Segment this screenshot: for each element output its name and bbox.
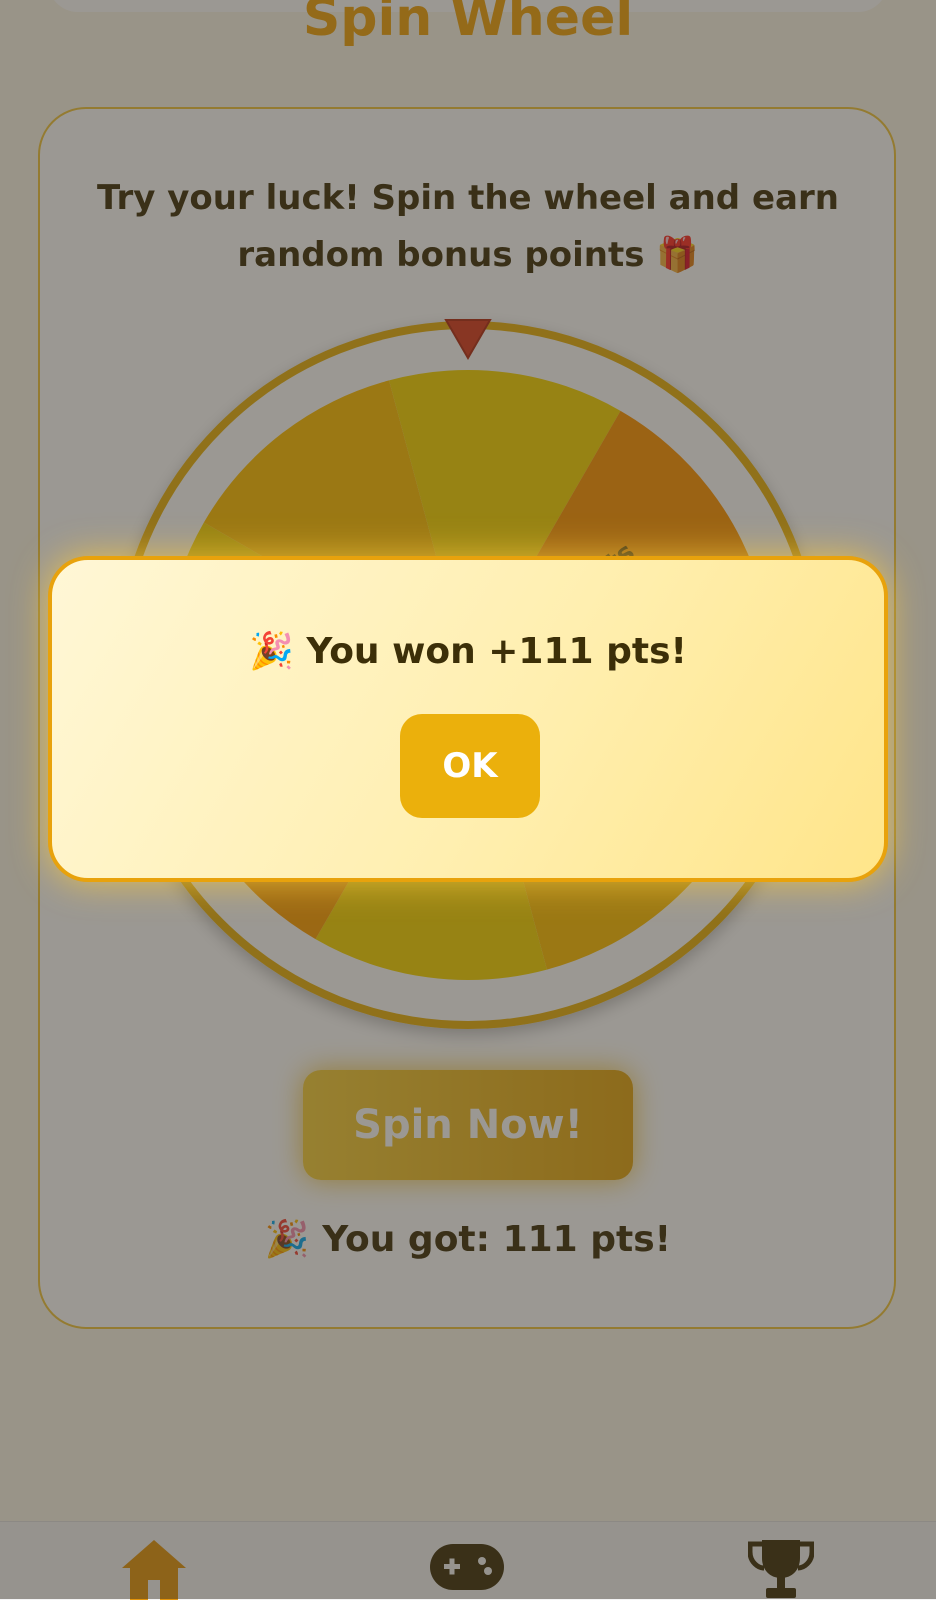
ok-button[interactable]: OK [400, 714, 540, 818]
modal-message: 🎉 You won +111 pts! [249, 631, 687, 672]
result-modal: 🎉 You won +111 pts! OK [48, 556, 888, 882]
